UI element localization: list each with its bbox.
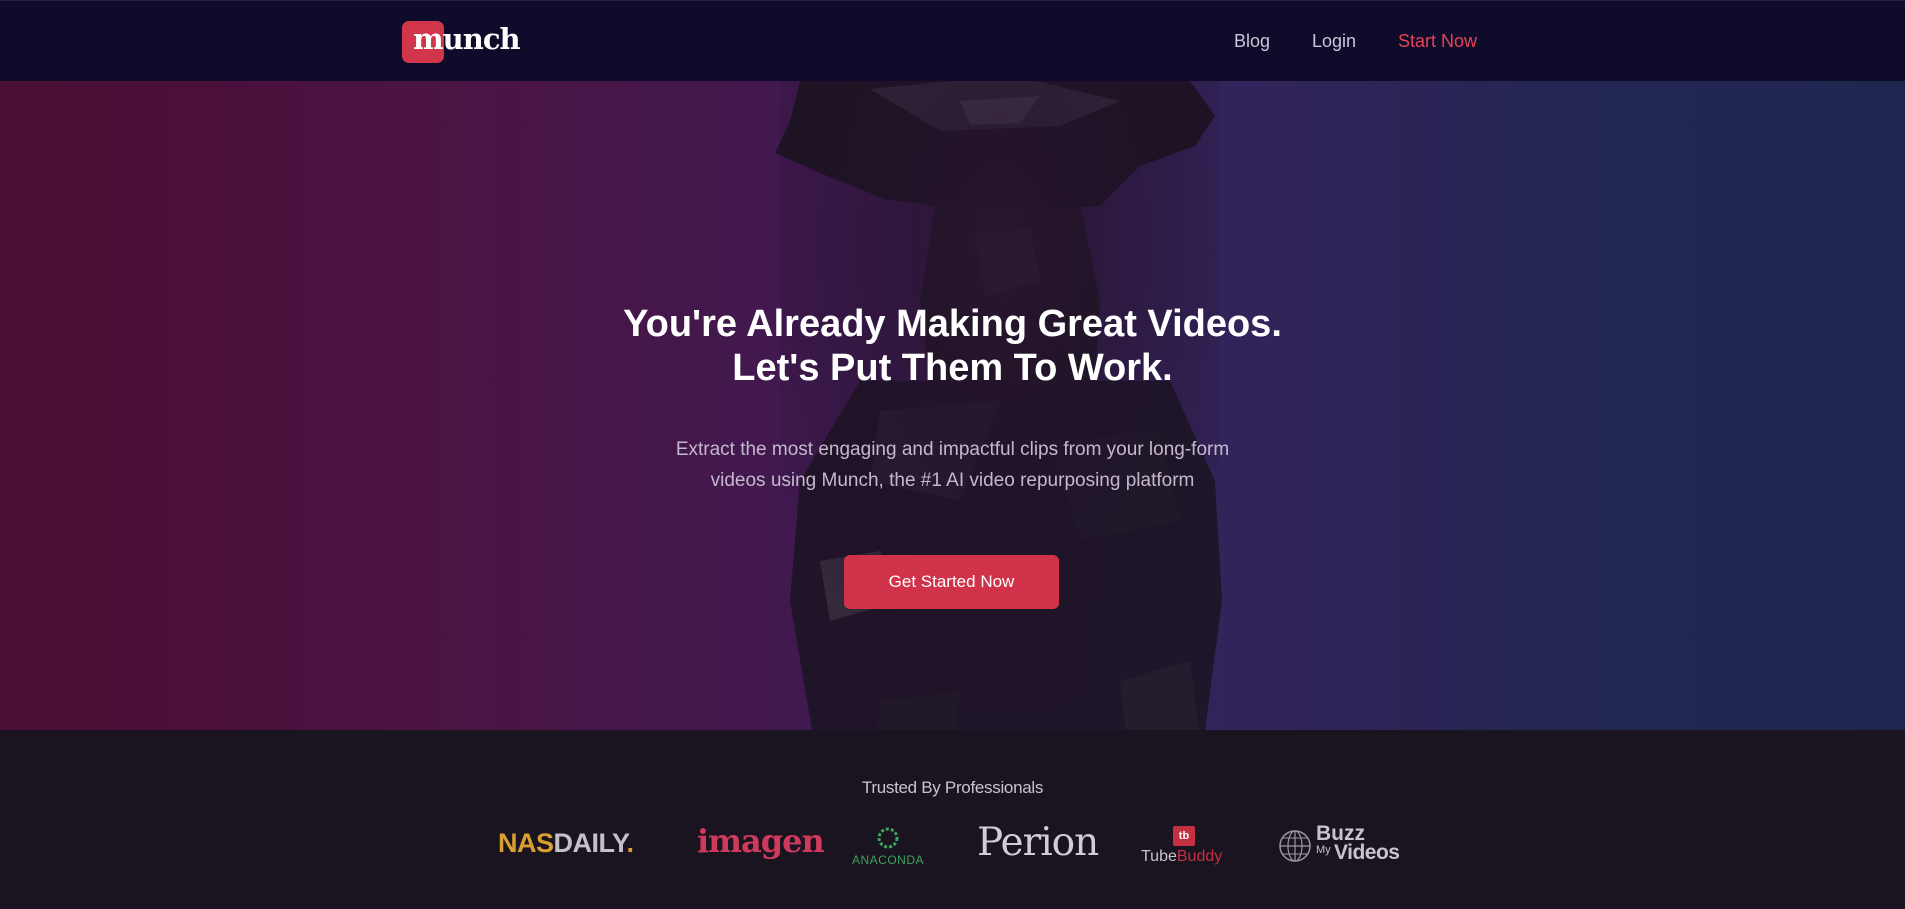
nasdaily-nas-text: NAS <box>498 828 554 858</box>
nav-link-login[interactable]: Login <box>1312 31 1356 52</box>
hero-title-line2: Let's Put Them To Work. <box>732 347 1173 389</box>
tubebuddy-text: TubeBuddy <box>1141 848 1222 866</box>
nasdaily-daily-text: DAILY <box>553 828 628 858</box>
hero-subtitle-line2: videos using Munch, the #1 AI video repu… <box>710 470 1195 491</box>
anaconda-text: ANACONDA <box>851 853 924 867</box>
nasdaily-logo: NASDAILY. <box>498 828 634 859</box>
nav-link-start-now[interactable]: Start Now <box>1398 31 1477 52</box>
hero-subtitle-line1: Extract the most engaging and impactful … <box>675 439 1230 460</box>
nav-link-blog[interactable]: Blog <box>1234 31 1270 52</box>
hero-title: You're Already Making Great Videos. Let'… <box>0 302 1905 390</box>
nav-links: Blog Login Start Now <box>0 31 1905 55</box>
imagen-logo: imagen <box>697 822 825 860</box>
hero-subtitle: Extract the most engaging and impactful … <box>0 434 1905 496</box>
nasdaily-dot: . <box>626 828 635 858</box>
perion-logo: Perion <box>977 820 1099 865</box>
top-navbar: munch Blog Login Start Now <box>0 0 1905 81</box>
globe-icon <box>1279 830 1311 862</box>
hero-section: You're Already Making Great Videos. Let'… <box>0 81 1905 730</box>
hero-background-figure <box>775 81 1222 730</box>
tubebuddy-tube-text: Tube <box>1141 848 1177 865</box>
anaconda-ring-icon <box>877 827 899 849</box>
trusted-title: Trusted By Professionals <box>861 778 1044 797</box>
get-started-button[interactable]: Get Started Now <box>844 555 1059 609</box>
tubebuddy-logo: tb TubeBuddy <box>1141 826 1229 866</box>
trusted-section: Trusted By Professionals NASDAILY. image… <box>0 730 1905 909</box>
my-text: My <box>1316 844 1331 856</box>
buzzmyvideos-logo: Buzz My Videos <box>1278 822 1410 868</box>
hero-title-line1: You're Already Making Great Videos. <box>623 303 1282 345</box>
tubebuddy-badge-icon: tb <box>1173 826 1195 846</box>
anaconda-logo: ANACONDA <box>846 826 930 870</box>
tubebuddy-buddy-text: Buddy <box>1176 848 1223 865</box>
videos-text: Videos <box>1334 841 1400 864</box>
